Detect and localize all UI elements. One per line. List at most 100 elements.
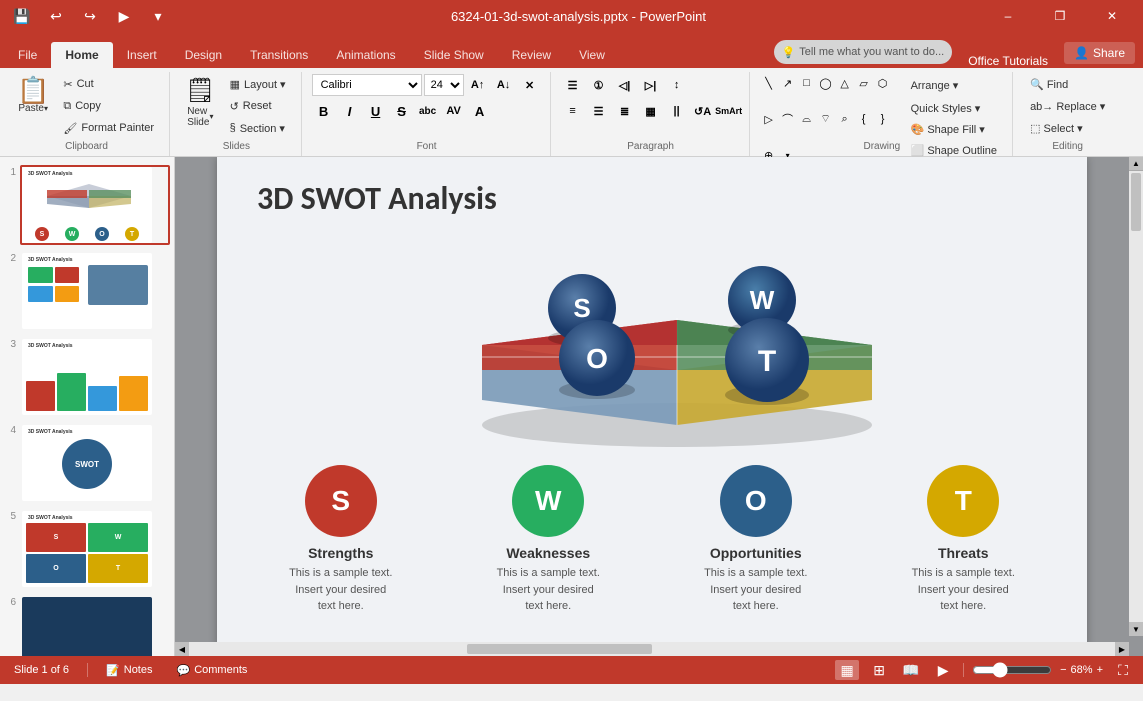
- horizontal-scrollbar[interactable]: ◀ ▶: [175, 642, 1129, 656]
- layout-button[interactable]: ▦Layout ▾: [223, 74, 293, 94]
- decrease-font-button[interactable]: A↓: [492, 74, 516, 96]
- bold-button[interactable]: B: [312, 100, 336, 122]
- present-button[interactable]: ▶: [110, 2, 138, 30]
- reading-view-button[interactable]: 📖: [899, 660, 923, 680]
- shape-btn[interactable]: ⌔: [817, 110, 835, 128]
- shape-btn[interactable]: ⌒: [779, 110, 797, 128]
- strikethrough-button[interactable]: S: [390, 100, 414, 122]
- tab-insert[interactable]: Insert: [113, 42, 171, 68]
- plus-icon[interactable]: +: [1097, 664, 1103, 676]
- comments-button[interactable]: 💬 Comments: [171, 662, 254, 679]
- vertical-scrollbar[interactable]: ▲ ▼: [1129, 157, 1143, 636]
- zoom-slider[interactable]: [972, 662, 1052, 678]
- font-color-button[interactable]: A: [468, 100, 492, 122]
- shadow-button[interactable]: abc: [416, 100, 440, 122]
- shape-btn[interactable]: ▱: [855, 74, 873, 92]
- indent-inc-button[interactable]: ▷|: [639, 74, 663, 96]
- copy-button[interactable]: ⧉Copy: [56, 96, 161, 116]
- scroll-right-button[interactable]: ▶: [1115, 642, 1129, 656]
- reset-button[interactable]: ↺Reset: [223, 96, 293, 116]
- slide-thumb-3[interactable]: 3 3D SWOT Analysis: [4, 337, 170, 417]
- notes-button[interactable]: 📝 Notes: [100, 662, 158, 679]
- arrange-button[interactable]: Arrange ▾: [904, 74, 1004, 96]
- text-direction-button[interactable]: ↺A: [691, 100, 715, 122]
- scroll-down-button[interactable]: ▼: [1129, 622, 1143, 636]
- slide-preview-3[interactable]: 3D SWOT Analysis: [20, 337, 170, 417]
- format-painter-button[interactable]: 🖌Format Painter: [56, 118, 161, 138]
- paste-button[interactable]: 📋 Paste▾: [12, 74, 54, 138]
- new-slide-button[interactable]: 🗒 NewSlide▾: [180, 74, 220, 138]
- slide-preview-1[interactable]: 3D SWOT Analysis S W O T: [20, 165, 170, 245]
- font-family-select[interactable]: Calibri: [312, 74, 422, 96]
- numbered-button[interactable]: ①: [587, 74, 611, 96]
- scroll-thumb[interactable]: [1131, 173, 1141, 231]
- shape-btn[interactable]: {: [855, 110, 873, 128]
- charspacing-button[interactable]: AV: [442, 100, 466, 122]
- tab-transitions[interactable]: Transitions: [236, 42, 322, 68]
- shape-btn[interactable]: ◯: [817, 74, 835, 92]
- scroll-up-button[interactable]: ▲: [1129, 157, 1143, 171]
- redo-button[interactable]: ↪: [76, 2, 104, 30]
- customize-qat-button[interactable]: ▾: [144, 2, 172, 30]
- share-button[interactable]: 👤 Share: [1064, 42, 1135, 64]
- select-button[interactable]: ⬚ Select ▾: [1023, 118, 1112, 138]
- shape-btn[interactable]: △: [836, 74, 854, 92]
- slide-main[interactable]: 3D SWOT Analysis: [217, 157, 1087, 642]
- slide-preview-5[interactable]: 3D SWOT Analysis S W O T: [20, 509, 170, 589]
- section-button[interactable]: §Section ▾: [223, 118, 293, 138]
- tab-design[interactable]: Design: [171, 42, 236, 68]
- shape-btn[interactable]: ⌕: [836, 110, 854, 128]
- fit-slide-button[interactable]: ⛶: [1111, 660, 1135, 680]
- cut-button[interactable]: ✂Cut: [56, 74, 161, 94]
- italic-button[interactable]: I: [338, 100, 362, 122]
- line-spacing-button[interactable]: ↕: [665, 74, 689, 96]
- shape-btn[interactable]: }: [874, 110, 892, 128]
- shape-btn[interactable]: ▷: [760, 110, 778, 128]
- close-button[interactable]: ✕: [1089, 0, 1135, 32]
- slide-thumb-6[interactable]: 6: [4, 595, 170, 656]
- shape-btn[interactable]: □: [798, 74, 816, 92]
- slide-sorter-button[interactable]: ⊞: [867, 660, 891, 680]
- minus-icon[interactable]: −: [1060, 664, 1066, 676]
- restore-button[interactable]: ❒: [1037, 0, 1083, 32]
- align-right-button[interactable]: ≣: [613, 100, 637, 122]
- tell-me-box[interactable]: 💡 Tell me what you want to do...: [774, 40, 953, 64]
- shape-btn[interactable]: ⬡: [874, 74, 892, 92]
- tab-animations[interactable]: Animations: [322, 42, 409, 68]
- tab-view[interactable]: View: [565, 42, 619, 68]
- slide-preview-6[interactable]: [20, 595, 170, 656]
- tab-home[interactable]: Home: [51, 42, 112, 68]
- font-size-select[interactable]: 24: [424, 74, 464, 96]
- justify-button[interactable]: ▦: [639, 100, 663, 122]
- replace-button[interactable]: ab→ Replace ▾: [1023, 96, 1112, 116]
- shape-btn[interactable]: ⌓: [798, 110, 816, 128]
- scroll-left-button[interactable]: ◀: [175, 642, 189, 656]
- convert-button[interactable]: SmArt: [717, 100, 741, 122]
- tab-slideshow[interactable]: Slide Show: [410, 42, 498, 68]
- shape-btn[interactable]: ↗: [779, 74, 797, 92]
- shape-fill-button[interactable]: 🎨 Shape Fill ▾: [904, 119, 1004, 139]
- slide-thumb-2[interactable]: 2 3D SWOT Analysis: [4, 251, 170, 331]
- align-left-button[interactable]: ≡: [561, 100, 585, 122]
- align-center-button[interactable]: ☰: [587, 100, 611, 122]
- normal-view-button[interactable]: ▦: [835, 660, 859, 680]
- undo-button[interactable]: ↩: [42, 2, 70, 30]
- minimize-button[interactable]: –: [985, 0, 1031, 32]
- clear-format-button[interactable]: ✕: [518, 74, 542, 96]
- shape-btn[interactable]: ╲: [760, 74, 778, 92]
- slide-preview-4[interactable]: 3D SWOT Analysis SWOT: [20, 423, 170, 503]
- tab-review[interactable]: Review: [498, 42, 565, 68]
- indent-dec-button[interactable]: ◁|: [613, 74, 637, 96]
- slide-thumb-5[interactable]: 5 3D SWOT Analysis S W O T: [4, 509, 170, 589]
- office-tutorials-button[interactable]: Office Tutorials: [960, 54, 1056, 68]
- underline-button[interactable]: U: [364, 100, 388, 122]
- slide-thumb-4[interactable]: 4 3D SWOT Analysis SWOT: [4, 423, 170, 503]
- quick-styles-button[interactable]: Quick Styles ▾: [904, 98, 1004, 118]
- h-scroll-thumb[interactable]: [467, 644, 652, 654]
- save-button[interactable]: 💾: [8, 2, 36, 30]
- slide-preview-2[interactable]: 3D SWOT Analysis: [20, 251, 170, 331]
- col-button[interactable]: ||: [665, 100, 689, 122]
- bullets-button[interactable]: ☰: [561, 74, 585, 96]
- increase-font-button[interactable]: A↑: [466, 74, 490, 96]
- tab-file[interactable]: File: [4, 42, 51, 68]
